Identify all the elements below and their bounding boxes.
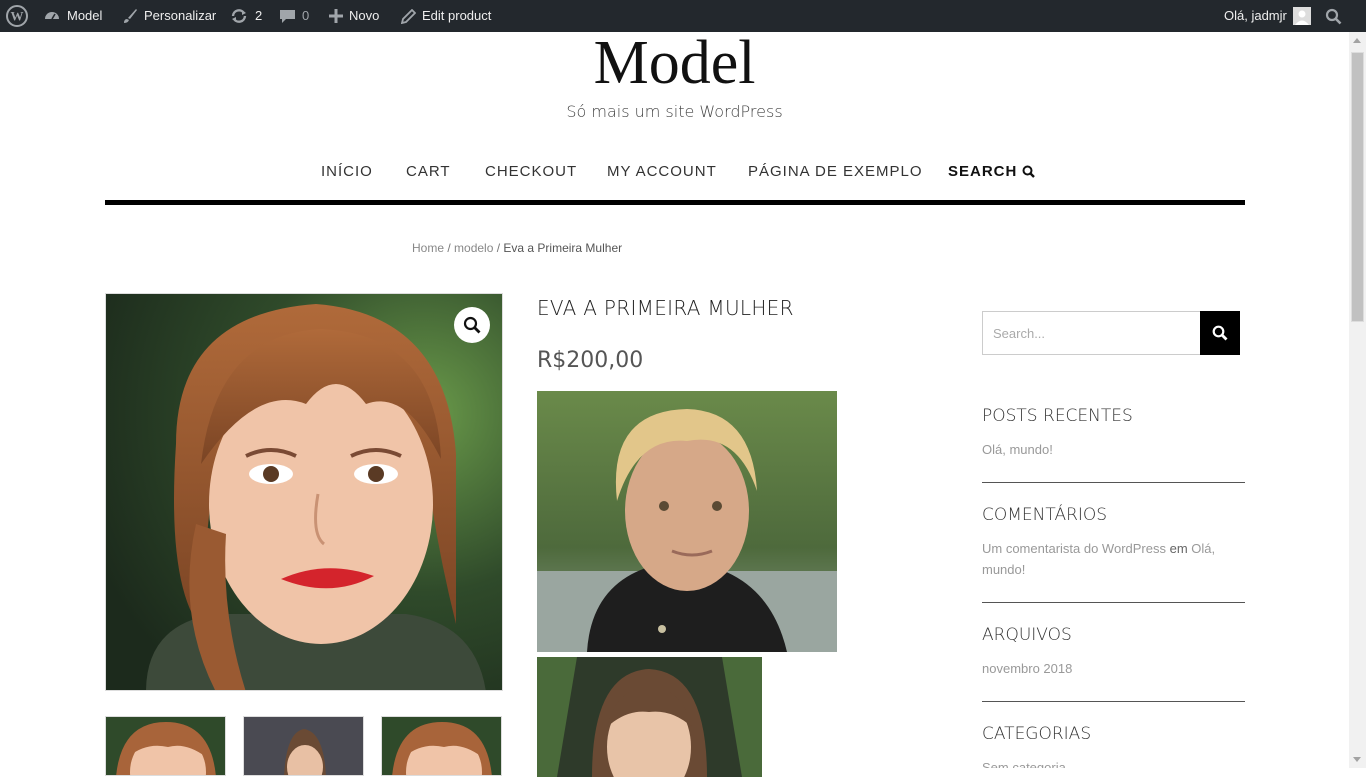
nav-item-pagina-de-exemplo[interactable]: PÁGINA DE EXEMPLO	[748, 163, 923, 180]
breadcrumb-current: Eva a Primeira Mulher	[503, 241, 623, 255]
widget-title-comments: COMENTÁRIOS	[982, 505, 1108, 525]
widget-divider	[982, 701, 1245, 702]
category-link-label: Sem categoria	[982, 760, 1066, 768]
scroll-down-arrow-icon[interactable]	[1353, 757, 1361, 762]
updates-icon	[231, 9, 247, 23]
widget-title-recent-posts: POSTS RECENTES	[982, 406, 1133, 426]
widget-divider	[982, 482, 1245, 483]
comment-on-text: em	[1166, 541, 1192, 556]
product-description-image	[537, 391, 837, 652]
nav-search[interactable]: SEARCH	[948, 163, 1036, 180]
scrollbar-thumb[interactable]	[1351, 52, 1364, 322]
nav-divider	[105, 200, 1245, 205]
breadcrumb-separator: /	[493, 241, 504, 255]
recent-comment: Um comentarista do WordPress em Olá, mun…	[982, 538, 1222, 580]
site-description: Só mais um site WordPress	[566, 102, 783, 121]
sidebar-search-form	[982, 311, 1240, 355]
scroll-up-arrow-icon[interactable]	[1353, 38, 1361, 43]
zoom-button[interactable]	[454, 307, 490, 343]
nav-search-label: SEARCH	[948, 163, 1018, 180]
gallery-thumbnail[interactable]	[105, 716, 226, 776]
site-title[interactable]: Model	[0, 28, 1349, 98]
recent-post-link[interactable]: Olá, mundo!	[982, 439, 1053, 460]
nav-item-cart[interactable]: CART	[406, 163, 451, 180]
nav-item-inicio[interactable]: INÍCIO	[321, 163, 373, 180]
comment-icon	[280, 10, 295, 23]
breadcrumb-category[interactable]: modelo	[454, 241, 493, 255]
breadcrumb: Home / modelo / Eva a Primeira Mulher	[412, 241, 622, 255]
breadcrumb-home[interactable]: Home	[412, 241, 444, 255]
search-icon	[1212, 325, 1228, 341]
nav-item-my-account[interactable]: MY ACCOUNT	[607, 163, 717, 180]
breadcrumb-separator: /	[444, 241, 455, 255]
magnifier-icon	[463, 316, 481, 334]
widget-title-categories: CATEGORIAS	[982, 724, 1092, 744]
brush-icon	[124, 9, 137, 23]
archive-link[interactable]: novembro 2018	[982, 658, 1072, 679]
search-icon	[1022, 165, 1036, 178]
widget-divider	[982, 602, 1245, 603]
category-link[interactable]: Sem categoria	[982, 757, 1066, 768]
widget-title-archives: ARQUIVOS	[982, 625, 1072, 645]
svg-text:W: W	[11, 9, 24, 24]
sidebar-search-button[interactable]	[1200, 311, 1240, 355]
product-title: EVA A PRIMEIRA MULHER	[537, 296, 794, 320]
page-scrollbar[interactable]	[1349, 32, 1366, 768]
product-main-image[interactable]	[105, 293, 503, 691]
comment-author-link[interactable]: Um comentarista do WordPress	[982, 541, 1166, 556]
gallery-thumbnail[interactable]	[243, 716, 364, 776]
main-navigation: INÍCIO CART CHECKOUT MY ACCOUNT PÁGINA D…	[0, 163, 1349, 183]
sidebar-search-input[interactable]	[983, 312, 1201, 354]
product-description-image	[537, 657, 762, 777]
plus-icon	[329, 9, 343, 23]
dashboard-icon	[45, 12, 59, 20]
nav-item-checkout[interactable]: CHECKOUT	[485, 163, 577, 180]
product-price: R$200,00	[537, 348, 644, 373]
avatar	[1292, 7, 1311, 25]
gallery-thumbnail[interactable]	[381, 716, 502, 776]
pencil-icon	[401, 8, 416, 24]
